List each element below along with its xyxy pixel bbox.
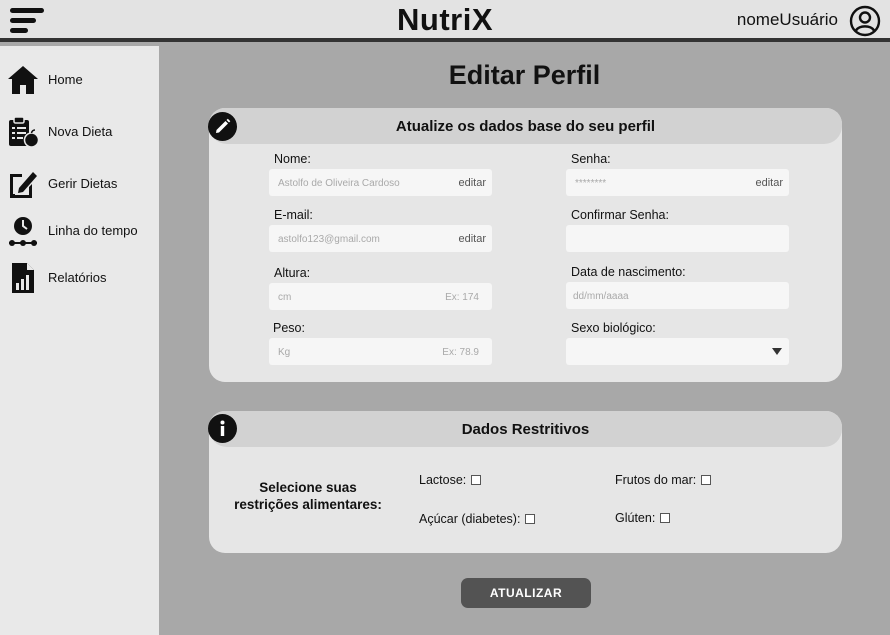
nascimento-field[interactable]: dd/mm/aaaa: [566, 282, 789, 309]
sidebar-item-label: Nova Dieta: [48, 124, 113, 139]
option-gluten[interactable]: Glúten:: [615, 511, 671, 525]
option-lactose[interactable]: Lactose:: [419, 473, 482, 487]
email-value: astolfo123@gmail.com: [278, 234, 380, 245]
top-bar: NutriX nomeUsuário: [0, 0, 890, 42]
option-label: Lactose:: [419, 473, 467, 487]
senha-label: Senha:: [571, 152, 611, 166]
sidebar-item-label: Gerir Dietas: [48, 176, 118, 191]
sidebar-item-label: Home: [48, 72, 83, 87]
lactose-checkbox[interactable]: [471, 475, 482, 485]
profile-card-header: Atualize os dados base do seu perfil: [209, 108, 842, 144]
sidebar: Home Nova Dieta Gerir Dietas Linha do te…: [0, 46, 159, 635]
profile-card-title: Atualize os dados base do seu perfil: [395, 118, 656, 135]
restrictions-prompt-line2: restrições alimentares:: [234, 497, 382, 512]
profile-card: Atualize os dados base do seu perfil Nom…: [208, 108, 842, 382]
restrictions-card-header: Dados Restritivos: [209, 411, 842, 447]
timeline-clock-icon: [9, 217, 37, 246]
sidebar-item-home[interactable]: Home: [0, 60, 159, 100]
nome-field[interactable]: Astolfo de Oliveira Cardoso editar: [269, 169, 492, 196]
sidebar-item-relatorios[interactable]: Relatórios: [0, 258, 159, 298]
sidebar-item-label: Linha do tempo: [48, 223, 138, 238]
altura-label: Altura:: [274, 266, 311, 280]
page-title: Editar Perfil: [448, 60, 601, 90]
edit-document-icon: [10, 172, 37, 198]
restrictions-card: Dados Restritivos Selecione suas restriç…: [208, 411, 842, 553]
info-icon: [208, 414, 237, 443]
user-circle-icon[interactable]: [849, 5, 881, 37]
username-label[interactable]: nomeUsuário: [737, 10, 838, 30]
altura-field[interactable]: cm Ex: 174: [269, 283, 492, 310]
update-button[interactable]: ATUALIZAR: [461, 578, 591, 608]
restrictions-card-title: Dados Restritivos: [461, 421, 590, 438]
email-label: E-mail:: [274, 208, 313, 222]
frutos-do-mar-checkbox[interactable]: [701, 475, 712, 485]
report-chart-icon: [12, 263, 34, 293]
option-acucar[interactable]: Açúcar (diabetes):: [419, 512, 536, 526]
home-icon: [8, 66, 38, 94]
sidebar-item-nova-dieta[interactable]: Nova Dieta: [0, 112, 159, 152]
pencil-icon: [208, 112, 237, 141]
email-field[interactable]: astolfo123@gmail.com editar: [269, 225, 492, 252]
peso-placeholder: Kg: [278, 347, 291, 358]
senha-value: ********: [575, 178, 607, 189]
sidebar-item-linha-do-tempo[interactable]: Linha do tempo: [0, 211, 159, 251]
nascimento-label: Data de nascimento:: [571, 265, 686, 279]
nome-label: Nome:: [274, 152, 311, 166]
option-label: Glúten:: [615, 511, 656, 525]
edit-email-link[interactable]: editar: [458, 233, 486, 245]
option-label: Frutos do mar:: [615, 473, 697, 487]
sidebar-item-gerir-dietas[interactable]: Gerir Dietas: [0, 164, 159, 204]
nome-value: Astolfo de Oliveira Cardoso: [278, 178, 400, 189]
confirmar-senha-label: Confirmar Senha:: [571, 208, 669, 222]
senha-field[interactable]: ******** editar: [566, 169, 789, 196]
clipboard-apple-icon: [9, 116, 39, 148]
altura-placeholder: cm: [278, 292, 292, 303]
option-label: Açúcar (diabetes):: [419, 512, 521, 526]
peso-hint: Ex: 78.9: [442, 347, 479, 358]
edit-nome-link[interactable]: editar: [458, 177, 486, 189]
peso-field[interactable]: Kg Ex: 78.9: [269, 338, 492, 365]
chevron-down-icon: [772, 348, 782, 355]
nascimento-placeholder: dd/mm/aaaa: [573, 291, 629, 302]
gluten-checkbox[interactable]: [660, 513, 671, 523]
edit-senha-link[interactable]: editar: [755, 177, 783, 189]
sexo-label: Sexo biológico:: [571, 321, 656, 335]
acucar-checkbox[interactable]: [525, 514, 536, 524]
confirmar-senha-field[interactable]: [566, 225, 789, 252]
sidebar-item-label: Relatórios: [48, 270, 107, 285]
option-frutos-do-mar[interactable]: Frutos do mar:: [615, 473, 712, 487]
altura-hint: Ex: 174: [445, 292, 479, 303]
restrictions-prompt-line1: Selecione suas: [259, 480, 357, 495]
sexo-select[interactable]: [566, 338, 789, 365]
peso-label: Peso:: [273, 321, 305, 335]
